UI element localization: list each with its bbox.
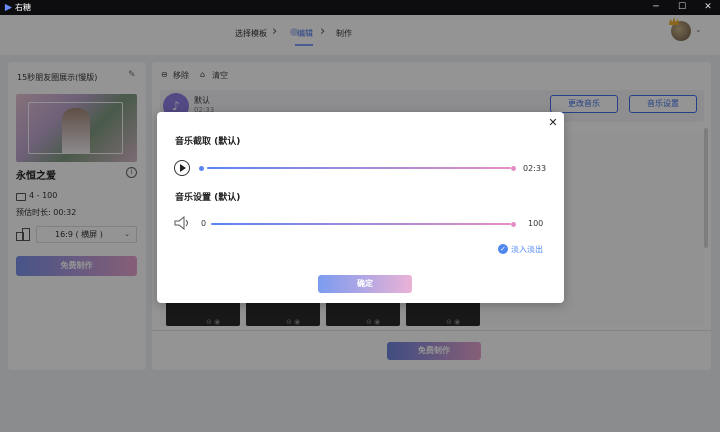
volume-max-label: 100 [528, 219, 544, 228]
clip-range-track[interactable] [207, 167, 511, 169]
maximize-button[interactable]: ☐ [670, 0, 694, 15]
music-settings-title: 音乐设置 (默认) [175, 193, 241, 203]
volume-slider-handle[interactable] [511, 222, 516, 227]
music-settings-dialog: ✕ 音乐截取 (默认) 02:33 音乐设置 (默认) 0 100 ✓ 淡入淡出… [157, 112, 564, 303]
confirm-button[interactable]: 确定 [318, 275, 412, 293]
volume-icon[interactable] [174, 216, 191, 230]
clip-start-handle[interactable] [199, 166, 204, 171]
fade-checkbox[interactable]: ✓ [498, 244, 508, 254]
clip-end-handle[interactable] [511, 166, 516, 171]
fade-in-out-label[interactable]: 淡入淡出 [511, 244, 543, 255]
window-close-button[interactable]: ✕ [696, 0, 720, 15]
volume-min-label: 0 [201, 219, 207, 228]
close-icon[interactable]: ✕ [547, 117, 559, 129]
app-logo-icon [4, 3, 13, 12]
play-icon[interactable] [174, 160, 190, 176]
clip-end-time: 02:33 [523, 164, 547, 173]
volume-slider[interactable] [211, 223, 511, 225]
music-clip-title: 音乐截取 (默认) [175, 137, 241, 147]
app-title: 右糖 [15, 3, 31, 12]
minimize-button[interactable]: ─ [644, 0, 668, 15]
title-bar: 右糖 ─ ☐ ✕ [0, 0, 720, 15]
